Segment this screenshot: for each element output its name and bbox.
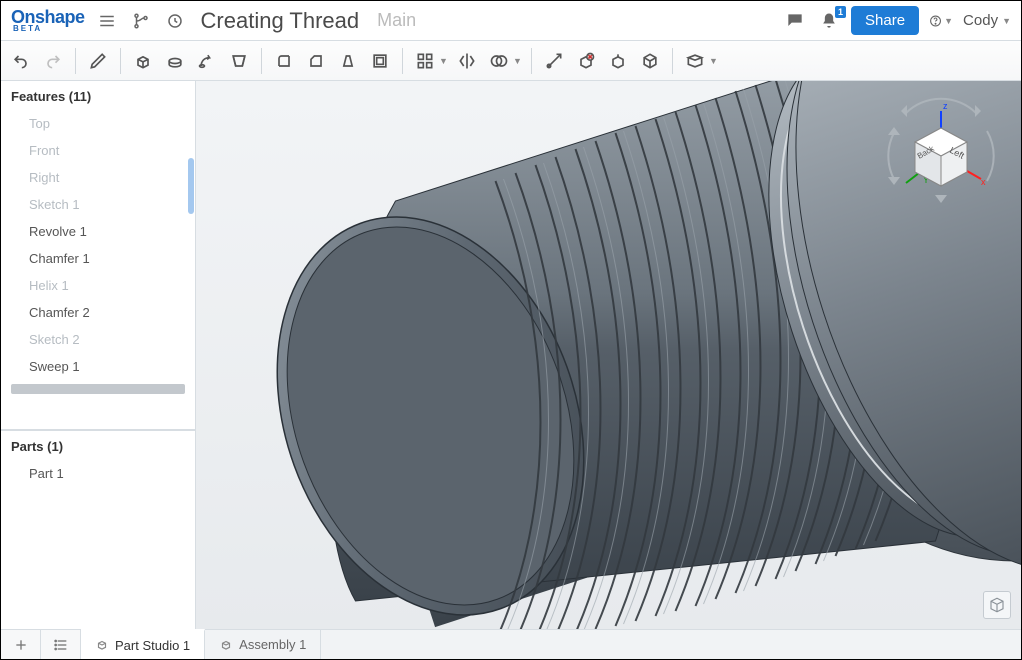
feature-item[interactable]: Top — [1, 110, 195, 137]
assembly-icon — [219, 638, 233, 652]
feature-item[interactable]: Right — [1, 164, 195, 191]
sweep-button[interactable] — [193, 47, 221, 75]
scroll-indicator — [188, 158, 194, 214]
feature-item[interactable]: Front — [1, 137, 195, 164]
import-button[interactable] — [636, 47, 664, 75]
modify-button[interactable] — [604, 47, 632, 75]
workspace-name[interactable]: Main — [377, 10, 416, 31]
loft-button[interactable] — [225, 47, 253, 75]
document-title[interactable]: Creating Thread — [201, 8, 360, 34]
view-cube-icon[interactable] — [983, 591, 1011, 619]
chevron-down-icon: ▼ — [944, 16, 953, 26]
onshape-logo[interactable]: Onshape BETA — [11, 8, 85, 33]
comments-icon[interactable] — [783, 9, 807, 33]
transform-button[interactable] — [540, 47, 568, 75]
user-menu[interactable]: Cody ▼ — [963, 12, 1011, 29]
fillet-button[interactable] — [270, 47, 298, 75]
document-tab-bar: Part Studio 1 Assembly 1 — [1, 629, 1021, 659]
tab-list-button[interactable] — [41, 630, 81, 659]
main-area: Features (11) TopFrontRightSketch 1Revol… — [1, 81, 1021, 629]
tab-label: Part Studio 1 — [115, 638, 190, 653]
feature-item[interactable]: Sketch 1 — [1, 191, 195, 218]
rollback-bar[interactable] — [11, 384, 185, 394]
plane-button[interactable] — [681, 47, 709, 75]
feature-item[interactable]: Chamfer 2 — [1, 299, 195, 326]
feature-item[interactable]: Chamfer 1 — [1, 245, 195, 272]
chevron-down-icon[interactable]: ▼ — [439, 56, 449, 66]
chevron-down-icon: ▼ — [1002, 16, 1011, 26]
feature-list[interactable]: TopFrontRightSketch 1Revolve 1Chamfer 1H… — [1, 110, 195, 429]
feature-item[interactable]: Revolve 1 — [1, 218, 195, 245]
add-tab-button[interactable] — [1, 630, 41, 659]
feature-item[interactable]: Sweep 1 — [1, 353, 195, 380]
feature-toolbar: ▼ ▼ ▼ — [1, 41, 1021, 81]
app-header: Onshape BETA Creating Thread Main 1 Shar… — [1, 1, 1021, 41]
logo-beta: BETA — [13, 25, 42, 33]
mirror-button[interactable] — [453, 47, 481, 75]
share-button[interactable]: Share — [851, 6, 919, 35]
feature-tree-sidebar: Features (11) TopFrontRightSketch 1Revol… — [1, 81, 196, 629]
delete-part-button[interactable] — [572, 47, 600, 75]
feature-item[interactable]: Helix 1 — [1, 272, 195, 299]
notifications-icon[interactable]: 1 — [817, 9, 841, 33]
feature-item[interactable]: Sketch 2 — [1, 326, 195, 353]
parts-panel: Parts (1) Part 1 — [1, 429, 195, 629]
draft-button[interactable] — [334, 47, 362, 75]
menu-icon[interactable] — [95, 9, 119, 33]
model-canvas[interactable]: z x Y Left Back — [196, 81, 1021, 629]
history-icon[interactable] — [163, 9, 187, 33]
document-tab[interactable]: Assembly 1 — [205, 630, 321, 659]
view-cube[interactable]: z x Y Left Back — [881, 91, 1001, 211]
redo-button[interactable] — [39, 47, 67, 75]
svg-text:z: z — [943, 101, 948, 111]
user-name: Cody — [963, 12, 998, 29]
parts-header[interactable]: Parts (1) — [1, 430, 195, 460]
undo-button[interactable] — [7, 47, 35, 75]
features-header[interactable]: Features (11) — [1, 81, 195, 110]
sketch-button[interactable] — [84, 47, 112, 75]
part-item[interactable]: Part 1 — [1, 460, 195, 487]
chevron-down-icon[interactable]: ▼ — [709, 56, 719, 66]
chevron-down-icon[interactable]: ▼ — [513, 56, 523, 66]
extrude-button[interactable] — [129, 47, 157, 75]
branch-icon[interactable] — [129, 9, 153, 33]
help-icon[interactable]: ▼ — [929, 9, 953, 33]
pattern-button[interactable] — [411, 47, 439, 75]
document-tab[interactable]: Part Studio 1 — [81, 629, 205, 659]
shell-button[interactable] — [366, 47, 394, 75]
parts-list[interactable]: Part 1 — [1, 460, 195, 487]
part-studio-icon — [95, 638, 109, 652]
boolean-button[interactable] — [485, 47, 513, 75]
chamfer-button[interactable] — [302, 47, 330, 75]
revolve-button[interactable] — [161, 47, 189, 75]
svg-text:x: x — [981, 177, 986, 187]
tab-label: Assembly 1 — [239, 637, 306, 652]
notif-badge: 1 — [835, 6, 846, 18]
